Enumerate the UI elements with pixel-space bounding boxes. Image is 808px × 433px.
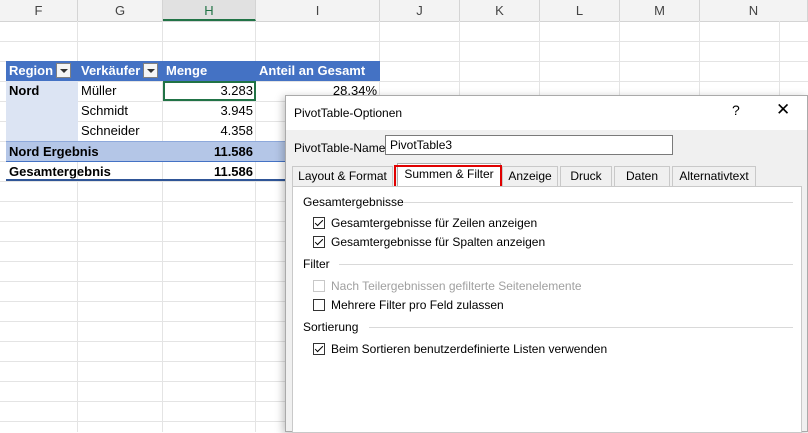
group-title-sort: Sortierung (303, 320, 359, 334)
option-custom-lists-sort[interactable]: Beim Sortieren benutzerdefinierte Listen… (313, 341, 607, 357)
tab-display[interactable]: Anzeige (502, 166, 558, 186)
tab-data[interactable]: Daten (614, 166, 670, 186)
qty-cell[interactable]: 4.358 (163, 121, 256, 141)
column-header-bar: F G H I J K L M N (0, 0, 808, 22)
column-header-l[interactable]: L (540, 0, 620, 21)
checkbox-checked-icon[interactable] (313, 343, 325, 355)
filter-dropdown-icon[interactable] (143, 63, 159, 79)
option-multiple-filters[interactable]: Mehrere Filter pro Feld zulassen (313, 297, 504, 313)
qty-cell[interactable]: 3.945 (163, 101, 256, 121)
gridline (0, 41, 808, 42)
help-button[interactable]: ? (732, 102, 740, 118)
checkbox-unchecked-icon[interactable] (313, 299, 325, 311)
option-filtered-page-items: Nach Teilergebnissen gefilterte Seitenel… (313, 278, 582, 294)
group-title-filter: Filter (303, 257, 330, 271)
column-header-k[interactable]: K (460, 0, 540, 21)
tab-print[interactable]: Druck (560, 166, 612, 186)
tab-alt-text[interactable]: Alternativtext (672, 166, 756, 186)
subtotal-qty[interactable]: 11.586 (163, 141, 256, 161)
checkbox-checked-icon[interactable] (313, 217, 325, 229)
region-cell[interactable] (6, 101, 78, 121)
qty-cell-selected[interactable]: 3.283 (163, 81, 256, 101)
close-button[interactable]: ✕ (776, 100, 790, 120)
option-column-grand-totals[interactable]: Gesamtergebnisse für Spalten anzeigen (313, 234, 545, 250)
pivot-header-qty[interactable]: Menge (163, 61, 256, 81)
seller-cell[interactable]: Schneider (78, 121, 163, 141)
pivot-header-row: Region Verkäufer Menge Anteil an Gesamt (6, 61, 380, 81)
seller-cell[interactable]: Schmidt (78, 101, 163, 121)
tab-layout-format[interactable]: Layout & Format (292, 166, 393, 186)
option-label: Mehrere Filter pro Feld zulassen (331, 298, 504, 312)
filter-dropdown-icon[interactable] (56, 63, 72, 79)
group-divider (403, 202, 793, 203)
pivot-header-seller[interactable]: Verkäufer (78, 61, 163, 81)
group-divider (369, 327, 793, 328)
tab-panel-totals-filter: Gesamtergebnisse Gesamtergebnisse für Ze… (292, 186, 802, 433)
checkbox-disabled-icon (313, 280, 325, 292)
grand-total-qty[interactable]: 11.586 (163, 161, 256, 181)
dialog-title: PivotTable-Optionen (294, 106, 403, 120)
tab-totals-filter[interactable]: Summen & Filter (397, 163, 501, 186)
pivottable-name-input[interactable] (385, 135, 673, 155)
column-header-g[interactable]: G (78, 0, 163, 21)
group-divider (339, 264, 793, 265)
column-header-j[interactable]: J (380, 0, 460, 21)
pivot-header-label: Region (9, 63, 54, 78)
pivottable-name-label: PivotTable-Name: (294, 141, 389, 155)
column-header-h[interactable]: H (163, 0, 256, 21)
pivottable-options-dialog: PivotTable-Optionen ? ✕ PivotTable-Name:… (285, 95, 808, 433)
subtotal-label[interactable]: Nord Ergebnis (6, 141, 163, 161)
option-label: Beim Sortieren benutzerdefinierte Listen… (331, 342, 608, 356)
pivot-header-label: Verkäufer (81, 63, 141, 78)
column-header-m[interactable]: M (620, 0, 700, 21)
option-label: Gesamtergebnisse für Spalten anzeigen (331, 235, 546, 249)
region-cell[interactable] (6, 121, 78, 141)
pivot-header-region[interactable]: Region (6, 61, 78, 81)
pivot-header-share[interactable]: Anteil an Gesamt (256, 61, 380, 81)
column-header-i[interactable]: I (256, 0, 380, 21)
dialog-titlebar[interactable]: PivotTable-Optionen ? ✕ (286, 96, 807, 130)
grand-total-label[interactable]: Gesamtergebnis (6, 161, 163, 181)
group-title-totals: Gesamtergebnisse (303, 195, 404, 209)
column-header-f[interactable]: F (0, 0, 78, 21)
option-label: Gesamtergebnisse für Zeilen anzeigen (331, 216, 538, 230)
checkbox-checked-icon[interactable] (313, 236, 325, 248)
column-header-n[interactable]: N (700, 0, 808, 21)
seller-cell[interactable]: Müller (78, 81, 163, 101)
option-row-grand-totals[interactable]: Gesamtergebnisse für Zeilen anzeigen (313, 215, 537, 231)
option-label: Nach Teilergebnissen gefilterte Seitenel… (331, 279, 582, 293)
region-cell[interactable]: Nord (6, 81, 78, 101)
